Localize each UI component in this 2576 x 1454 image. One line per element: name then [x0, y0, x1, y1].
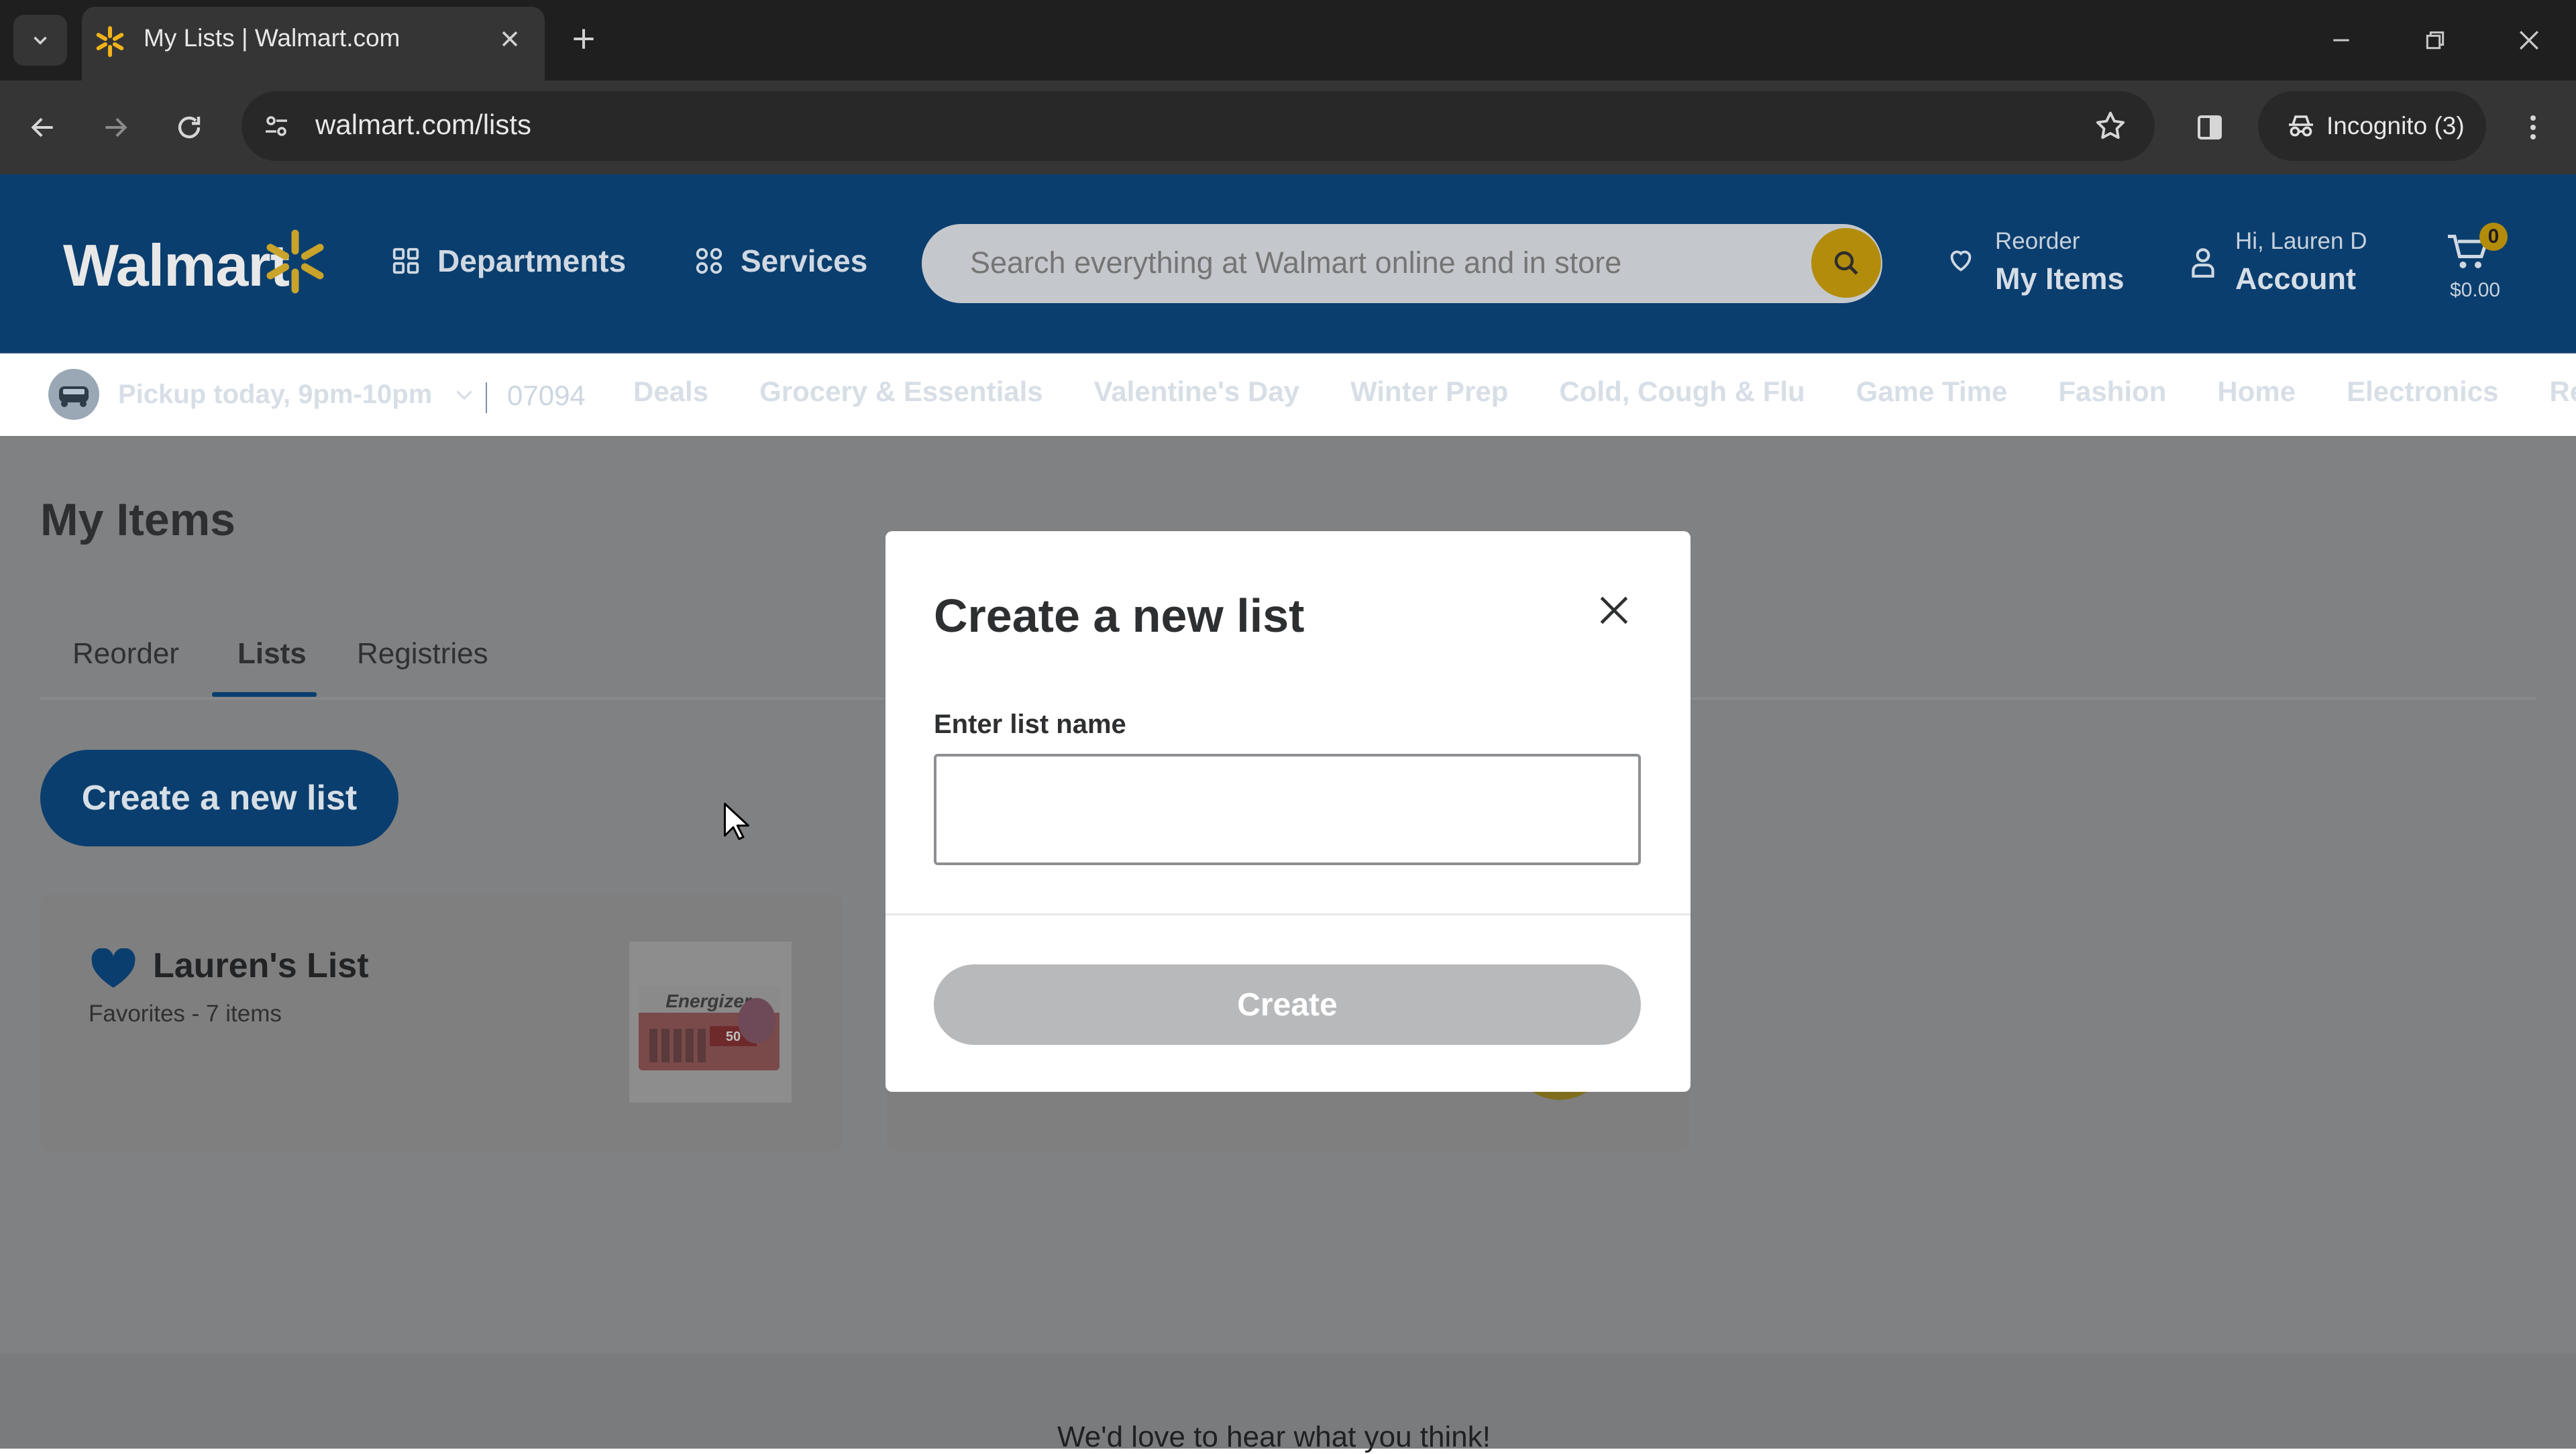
forward-arrow-icon[interactable] [101, 113, 130, 142]
create-new-list-button[interactable]: Create a new list [40, 750, 398, 846]
thumbnail-brand-text: Energizer [665, 991, 753, 1011]
restore-icon[interactable] [2422, 27, 2449, 54]
minimize-icon[interactable] [2328, 27, 2355, 54]
user-icon [2188, 245, 2218, 279]
services-button[interactable]: Services [694, 243, 867, 279]
active-tab-indicator [212, 692, 317, 697]
create-button[interactable]: Create [934, 964, 1641, 1045]
incognito-icon [2285, 110, 2317, 142]
walmart-spark-icon [94, 25, 126, 58]
header-divider [0, 352, 2576, 353]
delivery-car-icon [47, 368, 101, 421]
zip-code[interactable]: 07094 [507, 380, 586, 412]
tab-registries[interactable]: Registries [357, 637, 488, 671]
list-card-subtitle: Favorites - 7 items [89, 1001, 282, 1027]
close-icon[interactable] [1595, 592, 1633, 629]
incognito-badge[interactable]: Incognito (3) [2258, 91, 2486, 161]
site-settings-icon[interactable] [260, 110, 292, 142]
nav-link-valentines[interactable]: Valentine's Day [1094, 376, 1299, 408]
walmart-spark-logo-icon[interactable] [263, 228, 327, 295]
tab-reorder[interactable]: Reorder [72, 637, 179, 671]
nav-link-electronics[interactable]: Electronics [2347, 376, 2498, 408]
search-icon [1830, 247, 1862, 279]
cart-count-badge: 0 [2479, 223, 2508, 251]
nav-link-grocery[interactable]: Grocery & Essentials [759, 376, 1043, 408]
tab-close-icon[interactable] [496, 25, 523, 52]
nav-link-fashion[interactable]: Fashion [2058, 376, 2166, 408]
nav-link-cold-flu[interactable]: Cold, Cough & Flu [1559, 376, 1805, 408]
account-greeting: Hi, Lauren D [2235, 228, 2367, 255]
incognito-label: Incognito (3) [2326, 112, 2465, 140]
heart-filled-icon [90, 948, 137, 990]
my-items-label: My Items [1995, 262, 2125, 296]
departments-label: Departments [437, 243, 626, 279]
feedback-prompt: We'd love to hear what you think! [1057, 1420, 1491, 1454]
thumbnail-badge-text: 50 [726, 1029, 741, 1044]
services-grid-icon [694, 245, 724, 276]
nav-link-deals[interactable]: Deals [633, 376, 708, 408]
dialog-divider [885, 913, 1690, 915]
search-button[interactable] [1811, 228, 1881, 298]
chevron-down-icon [452, 382, 476, 406]
nav-link-winter-prep[interactable]: Winter Prep [1350, 376, 1508, 408]
new-tab-icon[interactable] [569, 24, 598, 54]
reload-icon[interactable] [173, 111, 205, 144]
list-name-input[interactable] [934, 754, 1641, 865]
list-card-title[interactable]: Lauren's List [153, 946, 369, 986]
tab-search-button[interactable] [13, 15, 67, 66]
side-panel-icon[interactable] [2194, 111, 2226, 144]
nav-link-home[interactable]: Home [2217, 376, 2296, 408]
reorder-label: Reorder [1995, 228, 2080, 255]
category-nav: Deals Grocery & Essentials Valentine's D… [633, 376, 2576, 408]
back-arrow-icon[interactable] [28, 113, 58, 142]
window-close-icon[interactable] [2514, 25, 2544, 55]
pickup-label: Pickup today, 9pm-10pm [118, 380, 432, 410]
dialog-title: Create a new list [934, 589, 1304, 642]
departments-button[interactable]: Departments [390, 243, 626, 279]
heart-outline-icon [1945, 244, 1976, 275]
cart-button[interactable]: 0 $0.00 [2442, 221, 2522, 309]
account-link[interactable]: Hi, Lauren D Account [2188, 225, 2383, 306]
walmart-logo[interactable]: Walmart [63, 231, 289, 300]
reorder-my-items-link[interactable]: Reorder My Items [1945, 225, 2120, 306]
browser-menu-icon[interactable] [2522, 111, 2544, 144]
bookmark-star-icon[interactable] [2093, 109, 2128, 144]
pickup-separator [486, 382, 487, 413]
account-label: Account [2235, 262, 2356, 296]
chevron-down-icon [29, 29, 52, 52]
search-input[interactable] [970, 245, 1788, 280]
list-name-label: Enter list name [934, 710, 1126, 740]
tab-title: My Lists | Walmart.com [144, 24, 400, 52]
mouse-cursor-icon [723, 802, 750, 842]
url-text[interactable]: walmart.com/lists [315, 109, 531, 141]
page-title: My Items [40, 494, 235, 546]
list-card-thumbnail: 50 Energizer [629, 942, 792, 1103]
nav-link-game-time[interactable]: Game Time [1856, 376, 2008, 408]
cart-total: $0.00 [2450, 279, 2500, 302]
tab-lists[interactable]: Lists [237, 637, 307, 671]
pickup-selector[interactable]: Pickup today, 9pm-10pm [47, 368, 476, 421]
nav-link-registry[interactable]: Registry [2550, 376, 2576, 408]
services-label: Services [741, 243, 867, 279]
grid-icon [390, 245, 421, 276]
